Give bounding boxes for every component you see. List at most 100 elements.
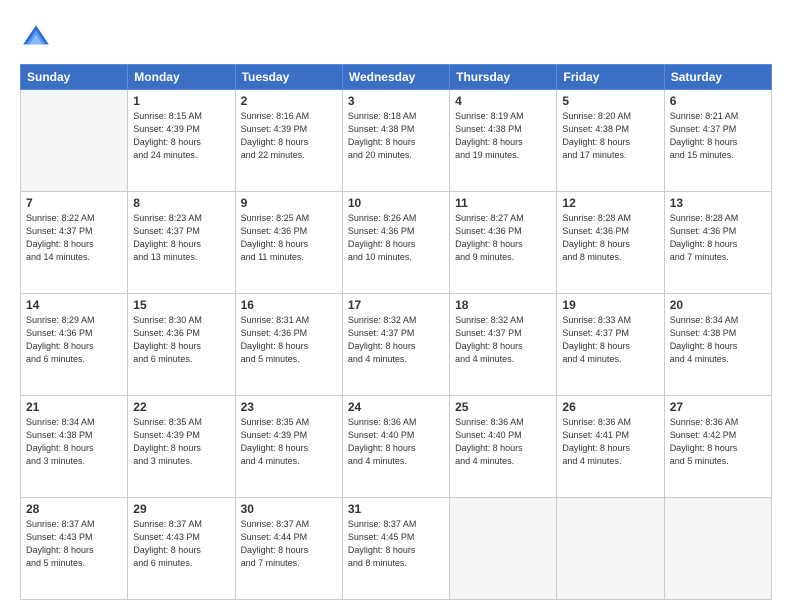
calendar-cell: 20Sunrise: 8:34 AM Sunset: 4:38 PM Dayli… <box>664 294 771 396</box>
day-info: Sunrise: 8:23 AM Sunset: 4:37 PM Dayligh… <box>133 212 229 264</box>
day-info: Sunrise: 8:20 AM Sunset: 4:38 PM Dayligh… <box>562 110 658 162</box>
day-info: Sunrise: 8:19 AM Sunset: 4:38 PM Dayligh… <box>455 110 551 162</box>
calendar-row: 7 Sunrise: 8:22 AM Sunset: 4:37 PM Daylig… <box>21 192 772 294</box>
day-number: 1 <box>133 94 229 108</box>
calendar-cell: 6 Sunrise: 8:21 AM Sunset: 4:37 PM Daylig… <box>664 90 771 192</box>
day-info: Sunrise: 8:37 AM Sunset: 4:44 PM Dayligh… <box>241 518 337 570</box>
day-number: 18 <box>455 298 551 312</box>
calendar-cell: 16Sunrise: 8:31 AM Sunset: 4:36 PM Dayli… <box>235 294 342 396</box>
day-number: 4 <box>455 94 551 108</box>
calendar-cell: 27 Sunrise: 8:36 AM Sunset: 4:42 PM Dayli… <box>664 396 771 498</box>
day-info: Sunrise: 8:34 AM Sunset: 4:38 PM Dayligh… <box>26 416 122 468</box>
day-number: 6 <box>670 94 766 108</box>
day-number: 10 <box>348 196 444 210</box>
day-info: Sunrise: 8:36 AM Sunset: 4:40 PM Dayligh… <box>348 416 444 468</box>
day-number: 12 <box>562 196 658 210</box>
day-number: 21 <box>26 400 122 414</box>
calendar-cell: 30 Sunrise: 8:37 AM Sunset: 4:44 PM Dayli… <box>235 498 342 600</box>
day-info: Sunrise: 8:35 AM Sunset: 4:39 PM Dayligh… <box>241 416 337 468</box>
day-number: 16 <box>241 298 337 312</box>
calendar-row: 21 Sunrise: 8:34 AM Sunset: 4:38 PM Dayli… <box>21 396 772 498</box>
calendar-cell: 15 Sunrise: 8:30 AM Sunset: 4:36 PM Dayli… <box>128 294 235 396</box>
calendar-cell: 26 Sunrise: 8:36 AM Sunset: 4:41 PM Dayli… <box>557 396 664 498</box>
calendar-cell <box>664 498 771 600</box>
calendar-cell: 7 Sunrise: 8:22 AM Sunset: 4:37 PM Daylig… <box>21 192 128 294</box>
day-number: 3 <box>348 94 444 108</box>
header-day: Friday <box>557 65 664 90</box>
day-info: Sunrise: 8:21 AM Sunset: 4:37 PM Dayligh… <box>670 110 766 162</box>
calendar-cell: 12 Sunrise: 8:28 AM Sunset: 4:36 PM Dayli… <box>557 192 664 294</box>
calendar-cell: 8 Sunrise: 8:23 AM Sunset: 4:37 PM Daylig… <box>128 192 235 294</box>
day-number: 15 <box>133 298 229 312</box>
day-info: Sunrise: 8:28 AM Sunset: 4:36 PM Dayligh… <box>670 212 766 264</box>
calendar-cell: 5 Sunrise: 8:20 AM Sunset: 4:38 PM Daylig… <box>557 90 664 192</box>
day-info: Sunrise: 8:36 AM Sunset: 4:42 PM Dayligh… <box>670 416 766 468</box>
calendar-cell: 18 Sunrise: 8:32 AM Sunset: 4:37 PM Dayli… <box>450 294 557 396</box>
day-info: Sunrise: 8:33 AM Sunset: 4:37 PM Dayligh… <box>562 314 658 366</box>
calendar-cell: 13 Sunrise: 8:28 AM Sunset: 4:36 PM Dayli… <box>664 192 771 294</box>
calendar-cell: 2Sunrise: 8:16 AM Sunset: 4:39 PM Daylig… <box>235 90 342 192</box>
calendar-cell: 22 Sunrise: 8:35 AM Sunset: 4:39 PM Dayli… <box>128 396 235 498</box>
header-day: Wednesday <box>342 65 449 90</box>
day-number: 19 <box>562 298 658 312</box>
calendar-cell <box>450 498 557 600</box>
day-number: 27 <box>670 400 766 414</box>
day-number: 8 <box>133 196 229 210</box>
page: SundayMondayTuesdayWednesdayThursdayFrid… <box>0 0 792 612</box>
calendar-cell: 29 Sunrise: 8:37 AM Sunset: 4:43 PM Dayli… <box>128 498 235 600</box>
header-day: Tuesday <box>235 65 342 90</box>
calendar-table: SundayMondayTuesdayWednesdayThursdayFrid… <box>20 64 772 600</box>
day-number: 28 <box>26 502 122 516</box>
calendar-cell: 14 Sunrise: 8:29 AM Sunset: 4:36 PM Dayli… <box>21 294 128 396</box>
day-number: 30 <box>241 502 337 516</box>
header-day: Thursday <box>450 65 557 90</box>
calendar-cell <box>557 498 664 600</box>
calendar-row: 14 Sunrise: 8:29 AM Sunset: 4:36 PM Dayli… <box>21 294 772 396</box>
calendar-cell: 23 Sunrise: 8:35 AM Sunset: 4:39 PM Dayli… <box>235 396 342 498</box>
day-info: Sunrise: 8:18 AM Sunset: 4:38 PM Dayligh… <box>348 110 444 162</box>
day-info: Sunrise: 8:37 AM Sunset: 4:43 PM Dayligh… <box>26 518 122 570</box>
calendar-cell: 10 Sunrise: 8:26 AM Sunset: 4:36 PM Dayli… <box>342 192 449 294</box>
day-info: Sunrise: 8:35 AM Sunset: 4:39 PM Dayligh… <box>133 416 229 468</box>
day-number: 14 <box>26 298 122 312</box>
calendar-row: 1 Sunrise: 8:15 AM Sunset: 4:39 PM Daylig… <box>21 90 772 192</box>
calendar-cell: 1 Sunrise: 8:15 AM Sunset: 4:39 PM Daylig… <box>128 90 235 192</box>
day-number: 22 <box>133 400 229 414</box>
day-info: Sunrise: 8:22 AM Sunset: 4:37 PM Dayligh… <box>26 212 122 264</box>
day-info: Sunrise: 8:30 AM Sunset: 4:36 PM Dayligh… <box>133 314 229 366</box>
header-day: Saturday <box>664 65 771 90</box>
day-number: 26 <box>562 400 658 414</box>
calendar-cell: 28 Sunrise: 8:37 AM Sunset: 4:43 PM Dayli… <box>21 498 128 600</box>
day-info: Sunrise: 8:36 AM Sunset: 4:41 PM Dayligh… <box>562 416 658 468</box>
calendar-cell: 21 Sunrise: 8:34 AM Sunset: 4:38 PM Dayli… <box>21 396 128 498</box>
day-info: Sunrise: 8:28 AM Sunset: 4:36 PM Dayligh… <box>562 212 658 264</box>
day-info: Sunrise: 8:27 AM Sunset: 4:36 PM Dayligh… <box>455 212 551 264</box>
day-info: Sunrise: 8:37 AM Sunset: 4:45 PM Dayligh… <box>348 518 444 570</box>
day-info: Sunrise: 8:37 AM Sunset: 4:43 PM Dayligh… <box>133 518 229 570</box>
header-day: Monday <box>128 65 235 90</box>
day-info: Sunrise: 8:36 AM Sunset: 4:40 PM Dayligh… <box>455 416 551 468</box>
day-number: 29 <box>133 502 229 516</box>
day-info: Sunrise: 8:26 AM Sunset: 4:36 PM Dayligh… <box>348 212 444 264</box>
logo <box>20 22 54 54</box>
calendar-row: 28 Sunrise: 8:37 AM Sunset: 4:43 PM Dayli… <box>21 498 772 600</box>
day-info: Sunrise: 8:32 AM Sunset: 4:37 PM Dayligh… <box>455 314 551 366</box>
calendar-body: 1 Sunrise: 8:15 AM Sunset: 4:39 PM Daylig… <box>21 90 772 600</box>
calendar-cell: 31 Sunrise: 8:37 AM Sunset: 4:45 PM Dayli… <box>342 498 449 600</box>
day-number: 7 <box>26 196 122 210</box>
day-info: Sunrise: 8:34 AM Sunset: 4:38 PM Dayligh… <box>670 314 766 366</box>
calendar-header: SundayMondayTuesdayWednesdayThursdayFrid… <box>21 65 772 90</box>
day-info: Sunrise: 8:25 AM Sunset: 4:36 PM Dayligh… <box>241 212 337 264</box>
day-number: 13 <box>670 196 766 210</box>
day-info: Sunrise: 8:29 AM Sunset: 4:36 PM Dayligh… <box>26 314 122 366</box>
day-number: 24 <box>348 400 444 414</box>
header <box>20 18 772 54</box>
day-number: 5 <box>562 94 658 108</box>
day-number: 31 <box>348 502 444 516</box>
calendar-cell: 4 Sunrise: 8:19 AM Sunset: 4:38 PM Daylig… <box>450 90 557 192</box>
day-info: Sunrise: 8:16 AM Sunset: 4:39 PM Dayligh… <box>241 110 337 162</box>
day-info: Sunrise: 8:32 AM Sunset: 4:37 PM Dayligh… <box>348 314 444 366</box>
calendar-cell <box>21 90 128 192</box>
day-info: Sunrise: 8:15 AM Sunset: 4:39 PM Dayligh… <box>133 110 229 162</box>
day-number: 23 <box>241 400 337 414</box>
